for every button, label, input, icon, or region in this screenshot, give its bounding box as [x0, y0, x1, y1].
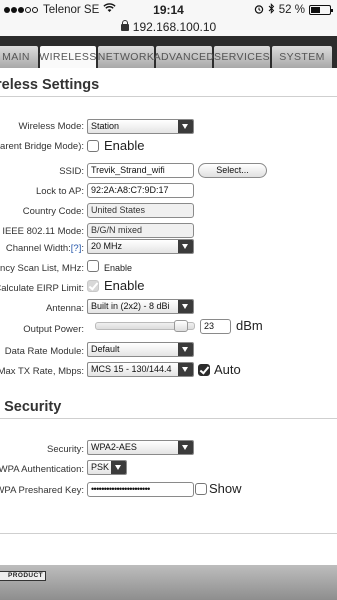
address-bar[interactable]: 192.168.100.10 [0, 20, 337, 36]
max-tx-rate-value: MCS 15 - 130/144.4 [91, 364, 172, 374]
chevron-down-icon [178, 343, 193, 356]
select-ssid-button[interactable]: Select... [198, 163, 267, 178]
security-label: Security: [47, 444, 84, 455]
bottom-divider [0, 533, 337, 534]
footer [0, 565, 337, 600]
channel-width-help-link[interactable]: [?] [71, 243, 82, 254]
ieee-mode-label: IEEE 802.11 Mode: [2, 226, 84, 237]
bridge-mode-enable-text: Enable [104, 138, 145, 153]
frequency-scan-label: quency Scan List, MHz: [0, 263, 84, 274]
chevron-down-icon [178, 300, 193, 313]
show-key-checkbox[interactable] [195, 483, 207, 495]
bridge-mode-checkbox[interactable] [87, 140, 99, 152]
alarm-icon [254, 4, 264, 17]
max-tx-rate-select[interactable]: MCS 15 - 130/144.4 [87, 362, 194, 377]
tab-wireless[interactable]: WIRELESS [39, 46, 96, 68]
battery-percent: 52 % [278, 4, 305, 16]
lock-icon [120, 20, 129, 31]
max-tx-rate-label: Max TX Rate, Mbps: [0, 366, 84, 377]
chevron-down-icon [178, 363, 193, 376]
battery-icon [309, 5, 333, 15]
eirp-limit-label: Calculate EIRP Limit: [0, 283, 84, 294]
channel-width-label: Channel Width: [5, 243, 71, 254]
max-tx-auto-checkbox[interactable] [198, 364, 210, 376]
section-title-wireless: ireless Settings [0, 77, 100, 93]
chevron-down-icon [178, 240, 193, 253]
lock-to-ap-input[interactable]: 92:2A:A8:C7:9D:17 [87, 183, 194, 198]
tab-network[interactable]: NETWORK [98, 46, 154, 68]
header-band [0, 36, 337, 44]
antenna-select[interactable]: Built in (2x2) - 8 dBi [87, 299, 194, 314]
section-divider [0, 418, 337, 419]
channel-width-value: 20 MHz [91, 241, 123, 251]
wireless-mode-select[interactable]: Station [87, 119, 194, 134]
eirp-limit-checkbox[interactable] [87, 280, 99, 292]
antenna-label: Antenna: [45, 303, 84, 314]
wpa-authentication-select[interactable]: PSK [87, 460, 127, 475]
section-divider [0, 96, 337, 97]
ieee-mode-field: B/G/N mixed [87, 223, 194, 238]
lock-to-ap-label: Lock to AP: [35, 186, 84, 197]
frequency-scan-checkbox[interactable] [87, 260, 99, 272]
chevron-down-icon [111, 461, 126, 474]
channel-width-label-group: Channel Width:[?]: [5, 243, 84, 254]
data-rate-module-label: Data Rate Module: [4, 346, 84, 357]
ssid-label: SSID: [59, 166, 84, 177]
show-key-text: Show [209, 481, 242, 496]
nav-tabs: MAIN WIRELESS NETWORK ADVANCED SERVICES … [0, 44, 337, 68]
frequency-scan-enable-text: Enable [104, 263, 133, 273]
output-power-label: Output Power: [23, 324, 84, 335]
output-power-input[interactable]: 23 [200, 319, 231, 334]
country-code-label: Country Code: [22, 206, 84, 217]
url-text: 192.168.100.10 [132, 20, 217, 34]
tab-services[interactable]: SERVICES [214, 46, 270, 68]
wpa-authentication-value: PSK [91, 462, 110, 472]
max-tx-auto-text: Auto [214, 362, 241, 377]
output-power-slider-handle[interactable] [174, 320, 188, 332]
data-rate-module-value: Default [91, 344, 120, 354]
wpa-authentication-label: WPA Authentication: [0, 464, 84, 475]
status-right: 52 % [254, 3, 333, 17]
tab-advanced[interactable]: ADVANCED [154, 46, 214, 68]
status-bar: Telenor SE 19:14 52 % [0, 0, 337, 20]
security-value: WPA2-AES [91, 442, 137, 452]
data-rate-module-select[interactable]: Default [87, 342, 194, 357]
chevron-down-icon [178, 120, 193, 133]
antenna-value: Built in (2x2) - 8 dBi [91, 301, 170, 311]
eirp-limit-enable-text: Enable [104, 278, 145, 293]
security-select[interactable]: WPA2-AES [87, 440, 194, 455]
country-code-field: United States [87, 203, 194, 218]
bluetooth-icon [268, 3, 275, 17]
output-power-unit: dBm [236, 318, 263, 333]
output-power-slider[interactable] [95, 320, 195, 332]
chevron-down-icon [178, 441, 193, 454]
wireless-mode-label: Wireless Mode: [18, 121, 84, 132]
ssid-input[interactable]: Trevik_Strand_wifi [87, 163, 194, 178]
wpa-psk-label: WPA Preshared Key: [0, 485, 84, 496]
tab-system[interactable]: SYSTEM [272, 46, 332, 68]
wireless-mode-value: Station [91, 121, 120, 131]
channel-width-select[interactable]: 20 MHz [87, 239, 194, 254]
section-title-security: s Security [0, 399, 62, 415]
footer-logo: PRODUCT [0, 571, 46, 581]
tab-main[interactable]: MAIN [0, 46, 38, 68]
bridge-mode-label: nsparent Bridge Mode): [0, 141, 84, 152]
wpa-psk-input[interactable]: ••••••••••••••••••••••• [87, 482, 194, 497]
